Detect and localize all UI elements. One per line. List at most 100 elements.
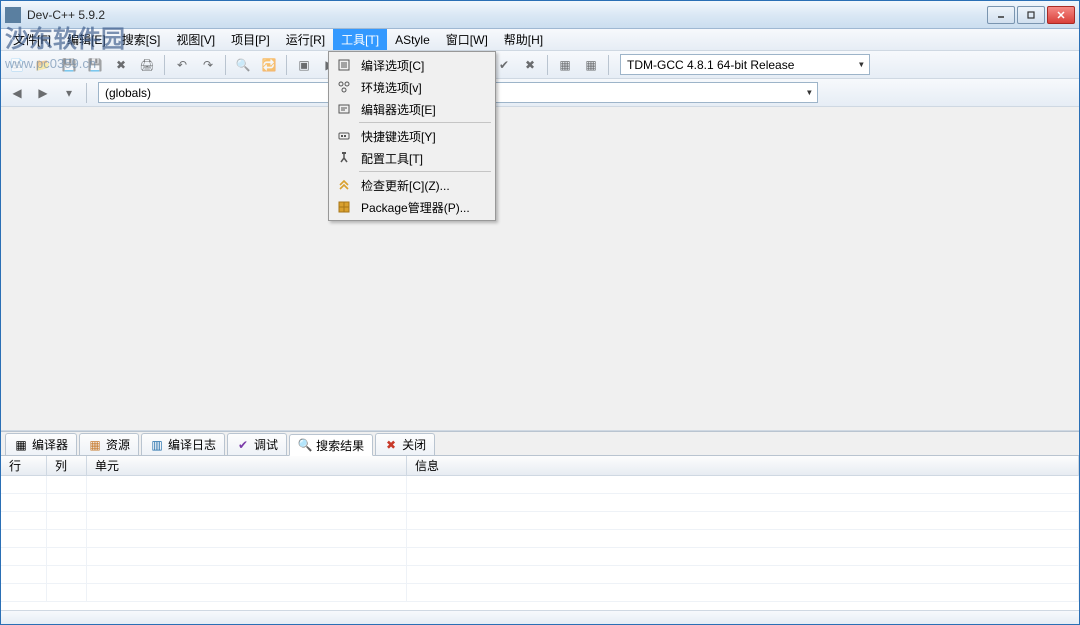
tab-resources[interactable]: ▦资源 bbox=[79, 433, 139, 455]
menu-search[interactable]: 搜索[S] bbox=[114, 29, 169, 50]
title-bar[interactable]: Dev-C++ 5.9.2 bbox=[1, 1, 1079, 29]
new-file-button[interactable]: 📄 bbox=[5, 53, 29, 77]
editor-area[interactable] bbox=[1, 107, 1079, 431]
search-results-tab-icon: 🔍 bbox=[298, 438, 312, 452]
check-update-icon bbox=[335, 177, 353, 193]
open-file-button[interactable]: 📂 bbox=[31, 53, 55, 77]
compile-button[interactable]: ▣ bbox=[292, 53, 316, 77]
tab-debug[interactable]: ✔调试 bbox=[227, 433, 287, 455]
dropdown-separator bbox=[359, 171, 491, 172]
grid-body[interactable] bbox=[1, 476, 1079, 610]
dropdown-separator bbox=[359, 122, 491, 123]
grid-row[interactable] bbox=[1, 512, 1079, 530]
menu-bar: 文件[F] 编辑[E] 搜索[S] 视图[V] 项目[P] 运行[R] 工具[T… bbox=[1, 29, 1079, 51]
bookmark-button[interactable]: ▾ bbox=[57, 81, 81, 105]
close-button[interactable] bbox=[1047, 6, 1075, 24]
save-button[interactable]: 💾 bbox=[57, 53, 81, 77]
toolbar-separator bbox=[225, 55, 226, 75]
toolbar-separator bbox=[164, 55, 165, 75]
tools-menu-dropdown: 编译选项[C] 环境选项[v] 编辑器选项[E] 快捷键选项[Y] 配置工具[T… bbox=[328, 51, 496, 221]
header-info[interactable]: 信息 bbox=[407, 456, 1079, 475]
header-label: 单元 bbox=[95, 457, 119, 474]
menu-tools[interactable]: 工具[T] bbox=[333, 29, 387, 50]
header-label: 行 bbox=[9, 457, 21, 474]
menu-view[interactable]: 视图[V] bbox=[168, 29, 223, 50]
cancel-button[interactable]: ✖ bbox=[518, 53, 542, 77]
status-bar bbox=[1, 610, 1079, 624]
dropdown-label: 编辑器选项[E] bbox=[361, 101, 436, 118]
menu-label: 项目[P] bbox=[231, 31, 270, 48]
toolbar-separator bbox=[547, 55, 548, 75]
grid-row[interactable] bbox=[1, 494, 1079, 512]
menu-compiler-options[interactable]: 编译选项[C] bbox=[331, 54, 493, 76]
menu-window[interactable]: 窗口[W] bbox=[438, 29, 496, 50]
environment-options-icon bbox=[335, 79, 353, 95]
tab-label: 调试 bbox=[254, 436, 278, 453]
tab-compile-log[interactable]: ▥编译日志 bbox=[141, 433, 225, 455]
header-line[interactable]: 行 bbox=[1, 456, 47, 475]
compiler-options-icon bbox=[335, 57, 353, 73]
tab-label: 编译日志 bbox=[168, 436, 216, 453]
tab-close[interactable]: ✖关闭 bbox=[375, 433, 435, 455]
globals-label: (globals) bbox=[105, 86, 151, 100]
header-col[interactable]: 列 bbox=[47, 456, 87, 475]
dropdown-label: Package管理器(P)... bbox=[361, 199, 470, 216]
dropdown-label: 检查更新[C](Z)... bbox=[361, 177, 450, 194]
menu-shortcut-options[interactable]: 快捷键选项[Y] bbox=[331, 125, 493, 147]
compiler-tab-icon: ▦ bbox=[14, 438, 28, 452]
tab-label: 搜索结果 bbox=[316, 437, 364, 454]
grid-row[interactable] bbox=[1, 530, 1079, 548]
toolbar-separator bbox=[86, 83, 87, 103]
minimize-button[interactable] bbox=[987, 6, 1015, 24]
tab-label: 资源 bbox=[106, 436, 130, 453]
package-manager-icon bbox=[335, 199, 353, 215]
search-results-panel: 行 列 单元 信息 bbox=[1, 455, 1079, 610]
print-button[interactable]: 🖨 bbox=[135, 53, 159, 77]
menu-label: 工具[T] bbox=[341, 31, 379, 48]
header-unit[interactable]: 单元 bbox=[87, 456, 407, 475]
replace-button[interactable]: 🔁 bbox=[257, 53, 281, 77]
misc2-button[interactable]: ▦ bbox=[579, 53, 603, 77]
menu-run[interactable]: 运行[R] bbox=[278, 29, 333, 50]
close-file-button[interactable]: ✖ bbox=[109, 53, 133, 77]
menu-astyle[interactable]: AStyle bbox=[387, 29, 438, 50]
misc1-button[interactable]: ▦ bbox=[553, 53, 577, 77]
dropdown-label: 快捷键选项[Y] bbox=[361, 128, 436, 145]
config-tools-icon bbox=[335, 150, 353, 166]
back-button[interactable]: ◀ bbox=[5, 81, 29, 105]
editor-options-icon bbox=[335, 101, 353, 117]
menu-configure-tools[interactable]: 配置工具[T] bbox=[331, 147, 493, 169]
dropdown-label: 配置工具[T] bbox=[361, 150, 423, 167]
dropdown-label: 环境选项[v] bbox=[361, 79, 422, 96]
tab-search-results[interactable]: 🔍 搜索结果 bbox=[289, 434, 373, 456]
menu-label: 文件[F] bbox=[13, 31, 51, 48]
toolbar-separator bbox=[608, 55, 609, 75]
window-controls bbox=[987, 6, 1075, 24]
menu-editor-options[interactable]: 编辑器选项[E] bbox=[331, 98, 493, 120]
menu-label: 编辑[E] bbox=[67, 31, 106, 48]
menu-edit[interactable]: 编辑[E] bbox=[59, 29, 114, 50]
shortcut-options-icon bbox=[335, 128, 353, 144]
tab-compiler[interactable]: ▦编译器 bbox=[5, 433, 77, 455]
save-all-button[interactable]: 💾 bbox=[83, 53, 107, 77]
menu-environment-options[interactable]: 环境选项[v] bbox=[331, 76, 493, 98]
compiler-selector[interactable]: TDM-GCC 4.8.1 64-bit Release bbox=[620, 54, 870, 75]
find-button[interactable]: 🔍 bbox=[231, 53, 255, 77]
grid-row[interactable] bbox=[1, 566, 1079, 584]
grid-row[interactable] bbox=[1, 476, 1079, 494]
undo-button[interactable]: ↶ bbox=[170, 53, 194, 77]
menu-project[interactable]: 项目[P] bbox=[223, 29, 278, 50]
grid-row[interactable] bbox=[1, 548, 1079, 566]
menu-package-manager[interactable]: Package管理器(P)... bbox=[331, 196, 493, 218]
maximize-button[interactable] bbox=[1017, 6, 1045, 24]
forward-button[interactable]: ▶ bbox=[31, 81, 55, 105]
grid-row[interactable] bbox=[1, 584, 1079, 602]
menu-help[interactable]: 帮助[H] bbox=[496, 29, 551, 50]
menu-check-updates[interactable]: 检查更新[C](Z)... bbox=[331, 174, 493, 196]
menu-file[interactable]: 文件[F] bbox=[5, 29, 59, 50]
redo-button[interactable]: ↷ bbox=[196, 53, 220, 77]
menu-label: 视图[V] bbox=[176, 31, 215, 48]
menu-label: 窗口[W] bbox=[446, 31, 488, 48]
secondary-toolbar: ◀ ▶ ▾ (globals) bbox=[1, 79, 1079, 107]
window-title: Dev-C++ 5.9.2 bbox=[27, 8, 987, 22]
